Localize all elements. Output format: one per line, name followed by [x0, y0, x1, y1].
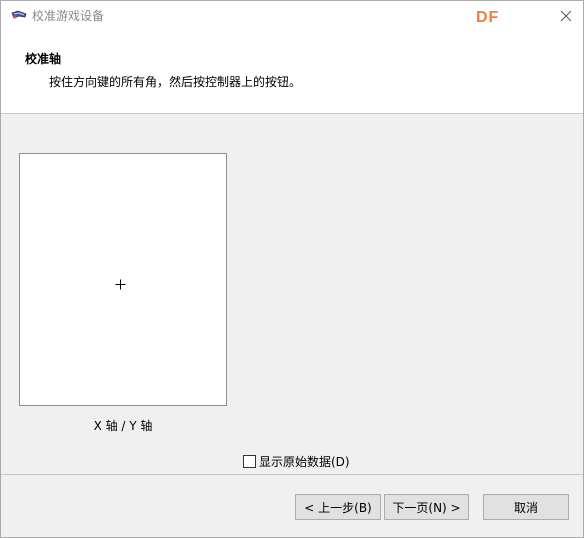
page-title: 校准轴	[25, 52, 62, 66]
page-instruction: 按住方向键的所有角，然后按控制器上的按钮。	[49, 75, 302, 89]
close-button[interactable]	[549, 1, 583, 31]
calibration-dialog: 校准游戏设备 DF 校准轴 按住方向键的所有角，然后按控制器上的按钮。 X 轴 …	[0, 0, 584, 538]
title-bar: 校准游戏设备 DF	[1, 1, 583, 32]
wizard-header: 校准轴 按住方向键的所有角，然后按控制器上的按钮。	[1, 32, 583, 114]
crosshair-icon	[115, 275, 126, 290]
footer-divider	[1, 474, 583, 475]
next-button[interactable]: 下一页(N) >	[384, 494, 469, 520]
cancel-button[interactable]: 取消	[483, 494, 569, 520]
window-title: 校准游戏设备	[32, 9, 105, 23]
game-controller-icon	[10, 8, 28, 24]
raw-data-label: 显示原始数据(D)	[259, 455, 350, 469]
back-button[interactable]: < 上一步(B)	[295, 494, 381, 520]
raw-data-checkbox[interactable]: 显示原始数据(D)	[243, 453, 350, 470]
close-icon	[560, 10, 572, 22]
checkbox-box[interactable]	[243, 455, 256, 468]
axis-calibration-area	[19, 153, 227, 406]
df-badge: DF	[476, 9, 500, 26]
axis-label: X 轴 / Y 轴	[93, 419, 153, 433]
